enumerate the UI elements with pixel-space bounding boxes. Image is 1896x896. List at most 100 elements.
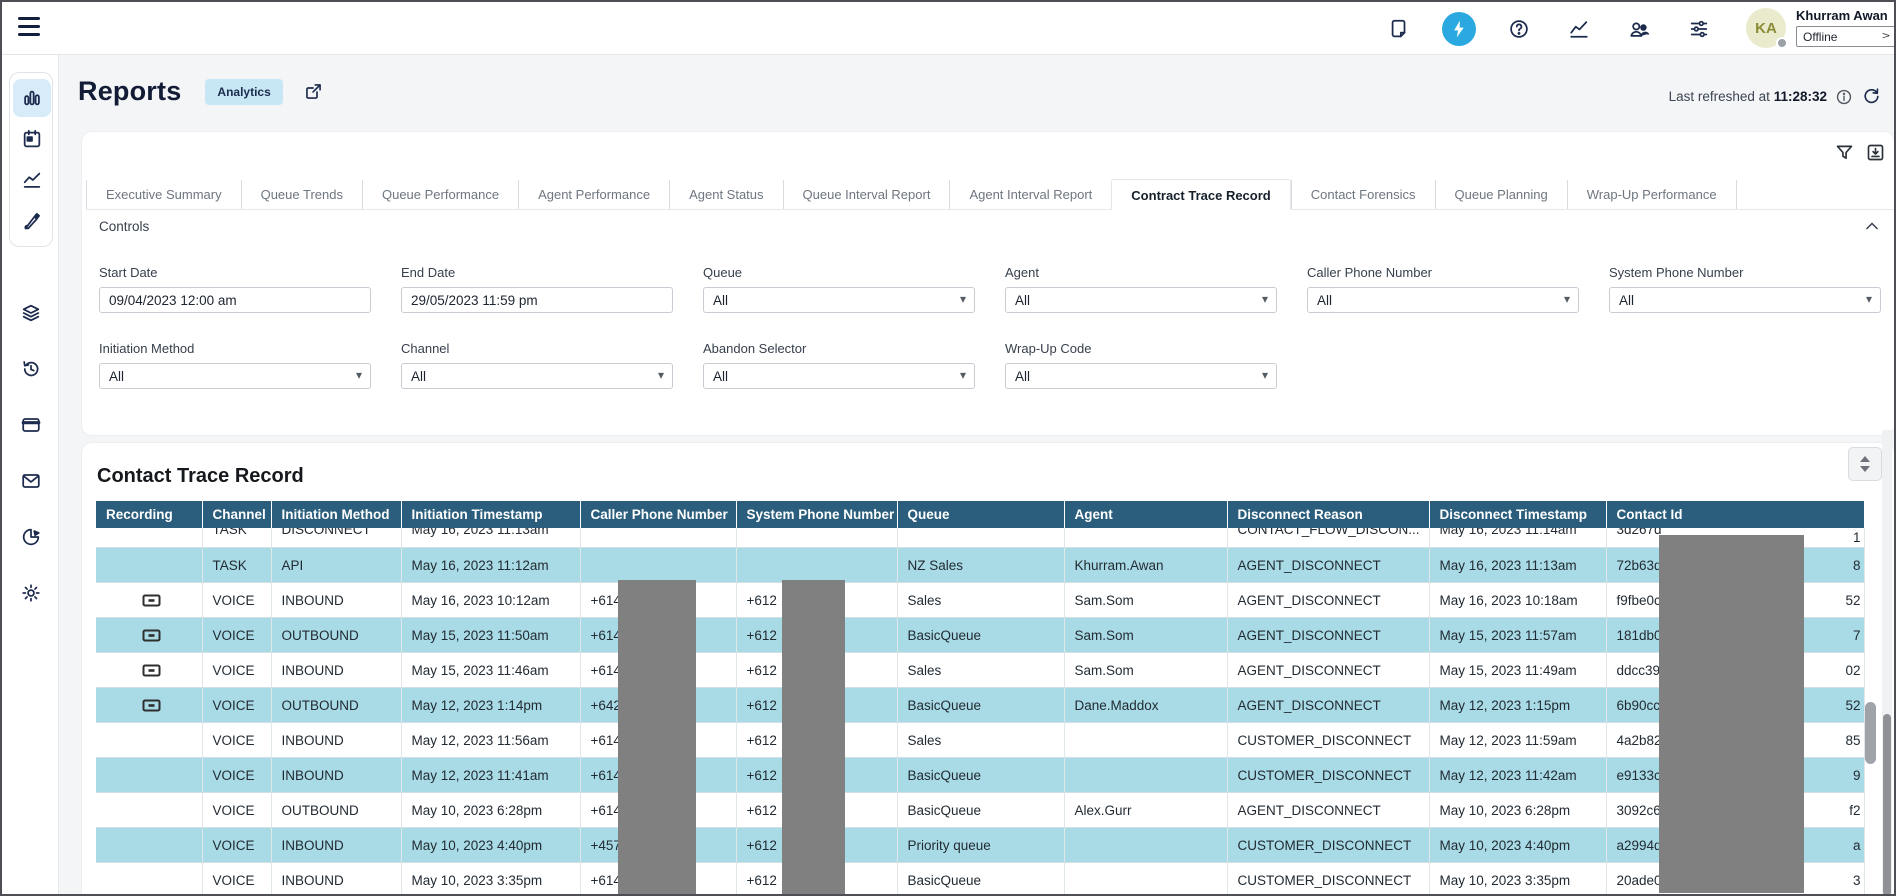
end-date-input[interactable]: 29/05/2023 11:59 pm <box>401 287 673 313</box>
contacts-people-icon[interactable] <box>1622 12 1656 46</box>
system-phone-value: +612 <box>747 838 777 853</box>
field-value: All <box>1317 293 1332 308</box>
avatar: KA <box>1746 8 1786 48</box>
recording-icon[interactable] <box>142 594 161 607</box>
queue-select[interactable]: All▾ <box>703 287 975 313</box>
contact-id-tail: f2 <box>1849 793 1860 828</box>
sidebar-item-design[interactable] <box>13 202 51 240</box>
download-icon[interactable] <box>1865 142 1886 163</box>
status-select[interactable]: Offline ˃ <box>1796 26 1896 47</box>
tab-agent-interval-report[interactable]: Agent Interval Report <box>949 180 1111 209</box>
refresh-icon[interactable] <box>1861 86 1882 107</box>
hamburger-menu-icon[interactable] <box>18 17 42 39</box>
caller-phone-value: +614 <box>591 663 621 678</box>
channel-value: VOICE <box>213 628 255 643</box>
tab-queue-planning[interactable]: Queue Planning <box>1435 180 1567 209</box>
tab-queue-performance[interactable]: Queue Performance <box>362 180 518 209</box>
sidebar-item-settings[interactable] <box>12 574 50 612</box>
sidebar-item-schedule[interactable] <box>13 120 51 158</box>
info-icon[interactable] <box>1835 88 1853 106</box>
wrap-up-code-select[interactable]: All▾ <box>1005 363 1277 389</box>
disconnect-timestamp-cell: May 10, 2023 4:40pm <box>1429 828 1606 863</box>
disconnect-timestamp-cell: May 12, 2023 1:15pm <box>1429 688 1606 723</box>
table-row: VOICEINBOUNDMay 16, 2023 10:12am+614+612… <box>96 583 1864 618</box>
caller-phone-number-select[interactable]: All▾ <box>1307 287 1579 313</box>
start-date-input[interactable]: 09/04/2023 12:00 am <box>99 287 371 313</box>
sidebar-item-trends[interactable] <box>13 161 51 199</box>
queue-cell: BasicQueue <box>897 863 1064 896</box>
recording-cell <box>96 723 202 758</box>
layers-icon <box>20 302 42 324</box>
initiation-method-cell: INBOUND <box>271 828 401 863</box>
caller-phone-value <box>581 528 736 547</box>
channel-cell: VOICE <box>202 688 271 723</box>
initiation-method-select[interactable]: All▾ <box>99 363 371 389</box>
initiation-timestamp-cell: May 10, 2023 3:35pm <box>401 863 580 896</box>
tab-queue-trends[interactable]: Queue Trends <box>241 180 362 209</box>
initiation-method-cell: API <box>271 548 401 583</box>
initiation-timestamp-cell: May 10, 2023 4:40pm <box>401 828 580 863</box>
external-link-icon[interactable] <box>303 81 324 102</box>
sidebar-item-mail[interactable] <box>12 462 50 500</box>
sidebar-item-layers[interactable] <box>12 294 50 332</box>
table-scroll-stepper[interactable] <box>1848 447 1882 481</box>
table-scrollbar-thumb[interactable] <box>1865 702 1876 764</box>
initiation-method-cell: INBOUND <box>271 723 401 758</box>
table-row-partial: TASKDISCONNECTMay 16, 2023 11:13amCONTAC… <box>96 528 1864 548</box>
user-name: Khurram Awan <box>1796 8 1896 23</box>
agent-value: Sam.Som <box>1075 663 1134 678</box>
agent-select[interactable]: All▾ <box>1005 287 1277 313</box>
recording-icon[interactable] <box>142 699 161 712</box>
metrics-line-chart-icon[interactable] <box>1562 12 1596 46</box>
recording-icon[interactable] <box>142 629 161 642</box>
recording-icon[interactable] <box>142 664 161 677</box>
channel-cell: VOICE <box>202 758 271 793</box>
notes-icon[interactable] <box>1382 12 1416 46</box>
help-icon[interactable] <box>1502 12 1536 46</box>
chevron-down-icon: ▾ <box>1262 292 1268 306</box>
last-refreshed: Last refreshed at 11:28:32 <box>1669 86 1882 107</box>
disconnect-reason-cell: CUSTOMER_DISCONNECT <box>1227 758 1429 793</box>
tab-wrap-up-performance[interactable]: Wrap-Up Performance <box>1567 180 1737 209</box>
sidebar-item-pie-reports[interactable] <box>12 518 50 556</box>
tab-queue-interval-report[interactable]: Queue Interval Report <box>783 180 950 209</box>
tab-agent-status[interactable]: Agent Status <box>669 180 782 209</box>
tab-agent-performance[interactable]: Agent Performance <box>518 180 669 209</box>
mail-icon <box>20 470 42 492</box>
agent-cell: Sam.Som <box>1064 618 1227 653</box>
system-phone-number-select[interactable]: All▾ <box>1609 287 1881 313</box>
queue-cell: BasicQueue <box>897 688 1064 723</box>
settings-sliders-icon[interactable] <box>1682 12 1716 46</box>
page-scrollbar-thumb[interactable] <box>1883 714 1891 896</box>
channel-select[interactable]: All▾ <box>401 363 673 389</box>
tab-executive-summary[interactable]: Executive Summary <box>86 180 241 209</box>
stepper-up-icon[interactable] <box>1860 456 1870 462</box>
abandon-selector-select[interactable]: All▾ <box>703 363 975 389</box>
tab-contact-forensics[interactable]: Contact Forensics <box>1291 180 1435 209</box>
sidebar-item-history[interactable] <box>12 350 50 388</box>
caller-phone-value: +614 <box>591 628 621 643</box>
disconnect-timestamp-cell: May 12, 2023 11:42am <box>1429 758 1606 793</box>
sidebar-item-reports[interactable] <box>13 79 51 117</box>
queue-value: BasicQueue <box>908 698 982 713</box>
disconnect-reason-cell: AGENT_DISCONNECT <box>1227 653 1429 688</box>
table-row: TASKAPIMay 16, 2023 11:12amNZ SalesKhurr… <box>96 548 1864 583</box>
tab-contract-trace-record[interactable]: Contract Trace Record <box>1111 179 1290 210</box>
channel-value: TASK <box>203 528 271 547</box>
disconnect-timestamp-cell: May 16, 2023 10:18am <box>1429 583 1606 618</box>
stepper-down-icon[interactable] <box>1860 466 1870 472</box>
collapse-chevron-up-icon[interactable] <box>1862 216 1882 236</box>
agent-value: Sam.Som <box>1075 628 1134 643</box>
field-value: 29/05/2023 11:59 pm <box>411 293 538 308</box>
quick-connect-bolt-icon[interactable] <box>1442 12 1476 46</box>
queue-value: Sales <box>908 733 942 748</box>
agent-cell <box>1064 758 1227 793</box>
field-end-date: End Date29/05/2023 11:59 pm <box>401 265 673 313</box>
filter-icon[interactable] <box>1834 142 1855 163</box>
field-start-date: Start Date09/04/2023 12:00 am <box>99 265 371 313</box>
sidebar-item-window[interactable] <box>12 406 50 444</box>
initiation-timestamp-value: May 15, 2023 11:50am <box>412 628 549 643</box>
initiation-method-cell: DISCONNECT <box>271 528 401 548</box>
chevron-down-icon: ▾ <box>658 368 664 382</box>
contact-id-tail: 52 <box>1845 688 1860 723</box>
